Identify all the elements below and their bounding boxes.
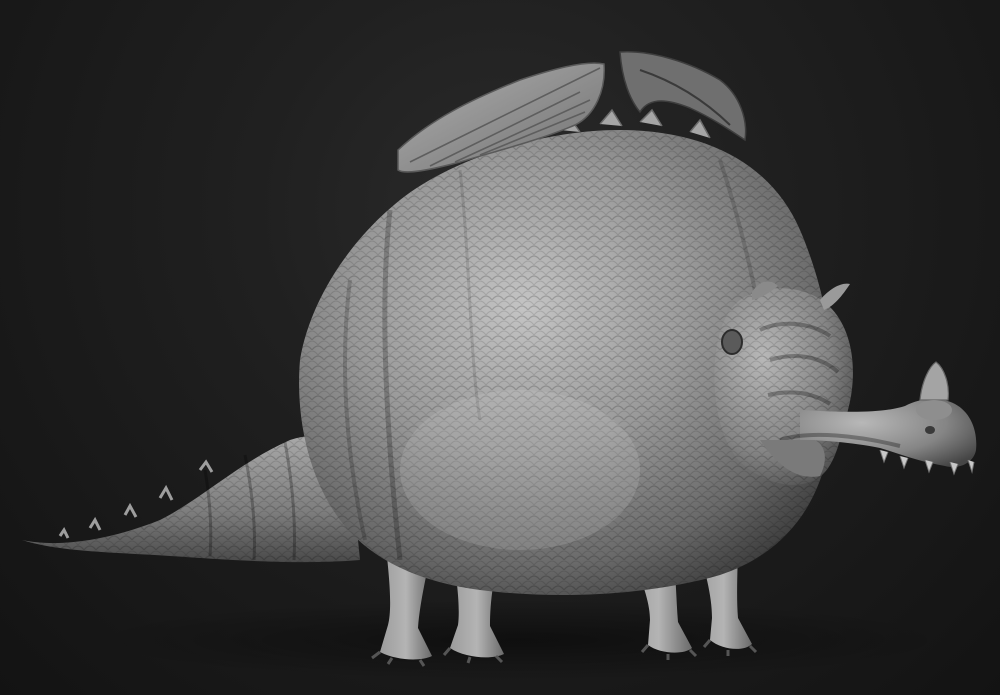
dragon-sculpt-render bbox=[22, 51, 977, 680]
floor-shadow bbox=[90, 600, 950, 680]
dragon-eye bbox=[721, 329, 743, 355]
sculpt-viewport bbox=[0, 0, 1000, 695]
dragon-wing-right bbox=[619, 51, 747, 142]
